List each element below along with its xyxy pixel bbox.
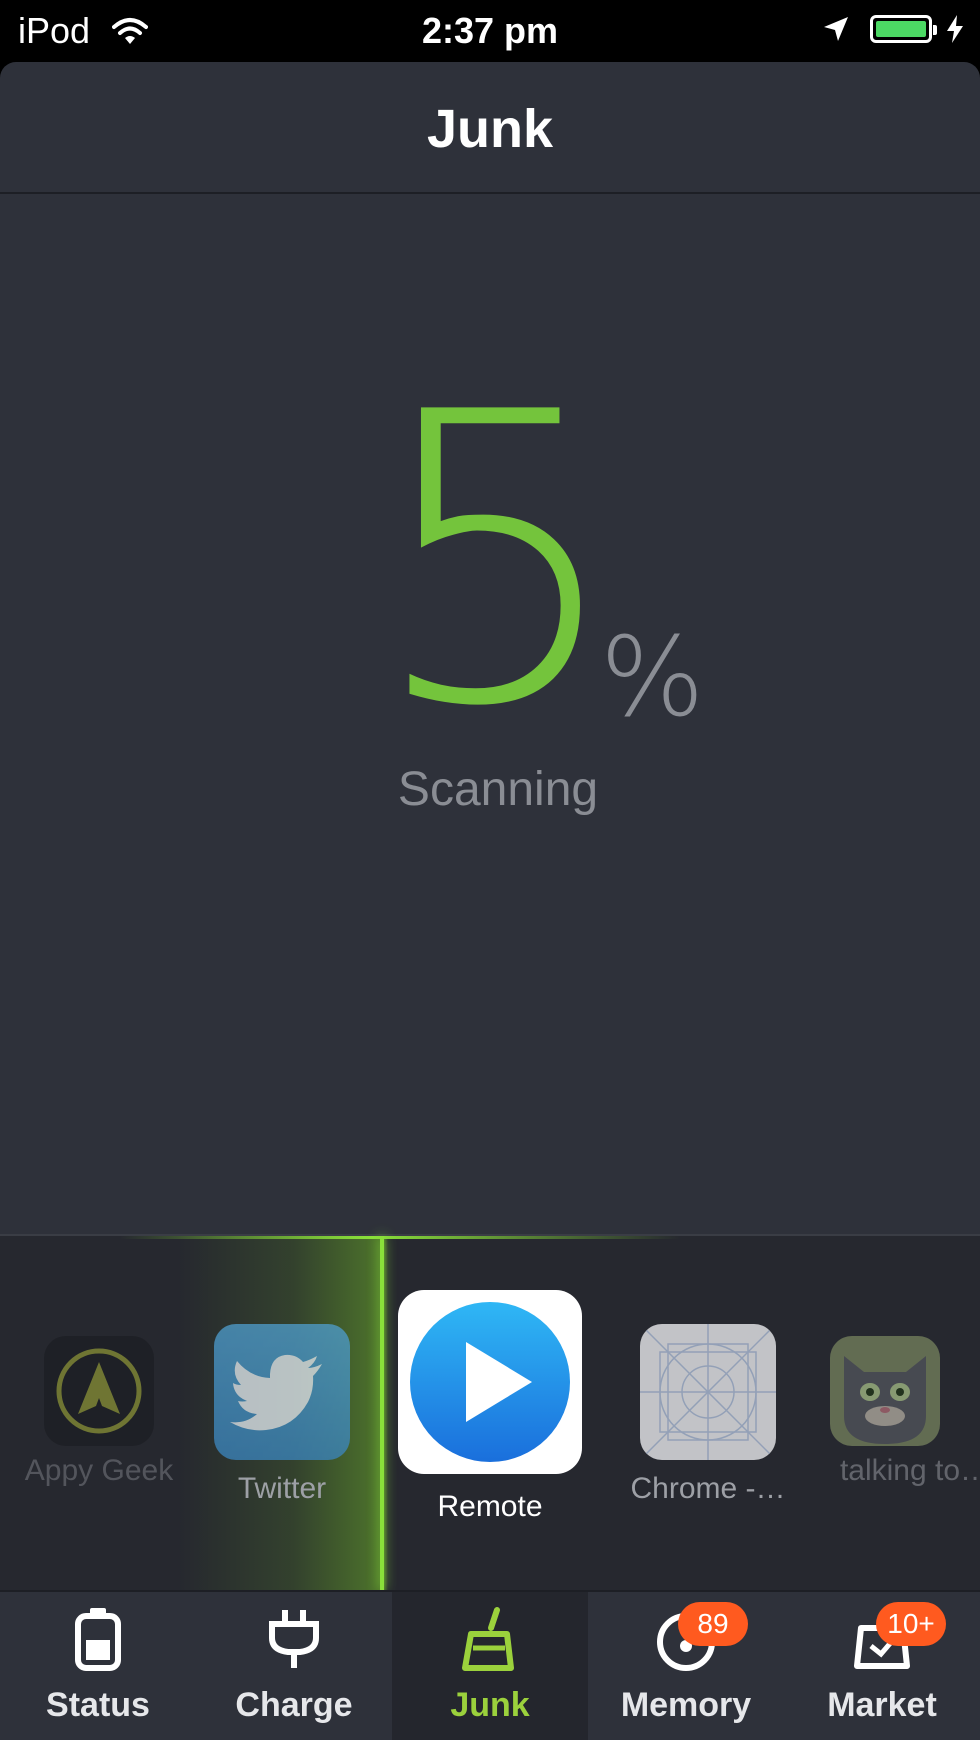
scan-percent-value: 5: [370, 329, 625, 794]
twitter-icon: [214, 1324, 350, 1460]
broom-icon: [392, 1606, 588, 1676]
scan-status-label: Scanning: [397, 763, 599, 816]
battery-indicator: [870, 15, 937, 43]
battery-icon: [0, 1606, 196, 1676]
app-item-remote: Remote: [398, 1290, 582, 1530]
status-bar: iPod 2:37 pm: [0, 0, 980, 62]
app-label: Remote: [437, 1490, 543, 1523]
charging-bolt-icon: [947, 15, 963, 43]
app-label: Chrome -…: [630, 1472, 786, 1505]
tab-label: Status: [46, 1686, 150, 1724]
percent-sign: %: [600, 613, 705, 741]
tab-market[interactable]: 10+ Market: [784, 1592, 980, 1740]
market-badge: 10+: [876, 1602, 946, 1646]
app-item-chrome: Chrome -…: [630, 1324, 786, 1524]
tab-label: Junk: [450, 1686, 530, 1724]
strip-top-glow: [120, 1236, 680, 1239]
plug-icon: [196, 1606, 392, 1676]
tab-status[interactable]: Status: [0, 1592, 196, 1740]
app-item-talking-tom: talking to…: [830, 1336, 980, 1536]
memory-badge: 89: [678, 1602, 748, 1646]
app-window: Junk 5 % Scanning Appy Geek Twitter Remo…: [0, 62, 980, 1740]
tab-label: Charge: [235, 1686, 353, 1724]
app-scan-strip: Appy Geek Twitter Remote Chrome -… talki…: [0, 1234, 980, 1590]
appy-geek-icon: [44, 1336, 154, 1446]
app-item-appy-geek: Appy Geek: [25, 1336, 173, 1536]
tab-bar: Status Charge Junk 89 Memory 10+ Market: [0, 1590, 980, 1740]
tab-label: Memory: [620, 1686, 752, 1724]
tab-memory[interactable]: 89 Memory: [588, 1592, 784, 1740]
talking-tom-icon: [830, 1336, 940, 1446]
remote-icon: [398, 1290, 582, 1474]
tab-junk[interactable]: Junk: [392, 1592, 588, 1740]
scan-line: [380, 1236, 384, 1590]
chrome-placeholder-icon: [640, 1324, 776, 1460]
status-bar-right: [822, 14, 966, 44]
battery-fill: [876, 21, 926, 37]
scan-progress: 5 % Scanning: [0, 62, 980, 1232]
location-arrow-icon: [824, 17, 848, 41]
app-item-twitter: Twitter: [214, 1324, 350, 1524]
app-label: talking to…: [839, 1454, 980, 1487]
app-label: Appy Geek: [24, 1454, 174, 1487]
tab-charge[interactable]: Charge: [196, 1592, 392, 1740]
tab-label: Market: [827, 1686, 937, 1724]
